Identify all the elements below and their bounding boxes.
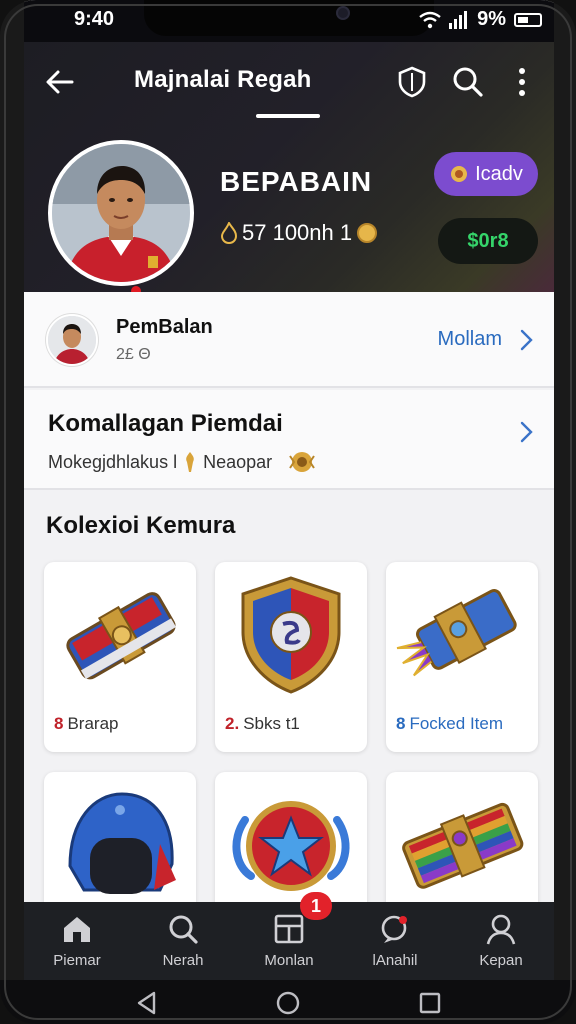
recommendation-row[interactable]: Komallagan Piemdai Mokegjdhlakus l Neaop… xyxy=(24,390,554,490)
nav-item-home[interactable]: Piemar xyxy=(24,902,130,980)
balance-value: $0r8 xyxy=(467,229,509,252)
home-icon xyxy=(64,917,90,942)
status-bar: 9:40 9% xyxy=(24,0,554,42)
recommendation-sub-right: Neaopar xyxy=(203,451,273,472)
item-label: 8 Brarap xyxy=(54,714,119,734)
system-back-icon[interactable] xyxy=(134,990,160,1016)
follow-link[interactable]: Mollam xyxy=(438,328,502,351)
search-icon[interactable] xyxy=(450,64,486,100)
phone-frame: 9:40 9% Majnalai Regah BEPABAIN 57 100nh… xyxy=(0,0,576,1024)
chevron-right-icon[interactable] xyxy=(514,420,538,444)
title-underline xyxy=(256,114,320,118)
shield-item-icon xyxy=(241,576,341,694)
recommendation-title: Komallagan Piemdai xyxy=(48,410,283,437)
recommendation-sub-left: Mokegjdhlakus l xyxy=(48,451,178,472)
chat-icon xyxy=(381,915,407,943)
item-name: Brarap xyxy=(67,714,119,733)
app-screen: 9:40 9% Majnalai Regah BEPABAIN 57 100nh… xyxy=(24,0,554,980)
collection-item[interactable]: 2. Sbks t1 xyxy=(215,562,367,752)
grid-icon xyxy=(274,914,304,944)
item-count: 8 xyxy=(396,714,406,733)
user-avatar xyxy=(46,314,98,366)
emblem-icon xyxy=(451,166,468,182)
battery-icon xyxy=(514,12,542,27)
wifi-icon xyxy=(419,11,441,28)
player-name: BEPABAIN xyxy=(220,166,373,197)
nav-item-profile[interactable]: Kepan xyxy=(448,902,554,980)
nav-label: Piemar xyxy=(53,952,101,969)
player-stat-value: 57 100nh 1 xyxy=(242,220,353,245)
nav-label: lAnahil xyxy=(372,952,418,969)
user-row[interactable]: PemBalan 2£ Θ Mollam xyxy=(24,292,554,388)
profile-icon xyxy=(486,914,516,945)
item-count: 8 xyxy=(54,714,64,733)
item-label: 8 Focked Item xyxy=(396,714,503,734)
player-avatar[interactable] xyxy=(48,140,194,286)
item-name: Sbks t1 xyxy=(243,714,300,733)
system-nav-bar xyxy=(0,980,576,1024)
user-name: PemBalan xyxy=(116,316,213,338)
profile-header: Majnalai Regah BEPABAIN 57 100nh 1 Icadv… xyxy=(24,42,554,296)
balance-badge[interactable]: $0r8 xyxy=(438,218,538,264)
feathered-scroll-icon xyxy=(396,589,517,677)
status-time: 9:40 xyxy=(74,8,115,30)
trophy-icon xyxy=(289,452,315,472)
nav-item-search[interactable]: Nerah xyxy=(130,902,236,980)
item-name: Focked Item xyxy=(409,714,504,733)
player-stat: 57 100nh 1 xyxy=(220,220,378,246)
item-label: 2. Sbks t1 xyxy=(225,714,300,734)
item-count: 2. xyxy=(225,714,240,733)
camera-notch xyxy=(144,0,434,36)
nav-item-grid[interactable]: 1 Monlan xyxy=(236,892,342,980)
flame-icon xyxy=(220,222,238,244)
back-arrow-icon[interactable] xyxy=(42,64,78,100)
nav-label: Monlan xyxy=(264,952,314,969)
recommendation-subtitle: Mokegjdhlakus l Neaopar xyxy=(48,450,316,474)
nav-item-chat[interactable]: lAnahil xyxy=(342,902,448,980)
user-subtitle: 2£ Θ xyxy=(116,346,151,363)
system-home-icon[interactable] xyxy=(275,990,301,1016)
battery-percent: 9% xyxy=(477,8,506,30)
collection-title: Kolexioi Kemura xyxy=(46,512,236,539)
search-icon xyxy=(169,915,198,944)
nav-label: Nerah xyxy=(162,952,204,969)
collection-item[interactable]: 8 Brarap xyxy=(44,562,196,752)
torch-icon xyxy=(186,452,194,472)
chevron-right-icon[interactable] xyxy=(514,328,538,352)
status-indicators: 9% xyxy=(419,8,542,31)
user-portrait xyxy=(48,316,96,364)
rainbow-scroll-icon xyxy=(402,802,524,889)
level-badge-label: Icadv xyxy=(475,162,523,185)
coin-icon xyxy=(357,223,378,243)
helmet-item-icon xyxy=(68,792,176,894)
page-title: Majnalai Regah xyxy=(134,66,312,93)
bottom-nav: Piemar Nerah 1 Monlan lAnahil Kepan xyxy=(24,892,554,980)
signal-icon xyxy=(449,10,468,29)
system-recents-icon[interactable] xyxy=(417,990,443,1016)
nav-label: Kepan xyxy=(479,952,523,969)
notification-badge: 1 xyxy=(300,892,332,920)
camera-icon xyxy=(336,6,350,20)
scroll-item-icon xyxy=(66,592,177,680)
star-shield-icon xyxy=(232,801,350,891)
level-badge[interactable]: Icadv xyxy=(434,152,538,196)
shield-icon[interactable] xyxy=(394,64,430,100)
more-vertical-icon[interactable] xyxy=(504,64,540,100)
player-portrait xyxy=(52,144,190,282)
collection-item[interactable]: 8 Focked Item xyxy=(386,562,538,752)
